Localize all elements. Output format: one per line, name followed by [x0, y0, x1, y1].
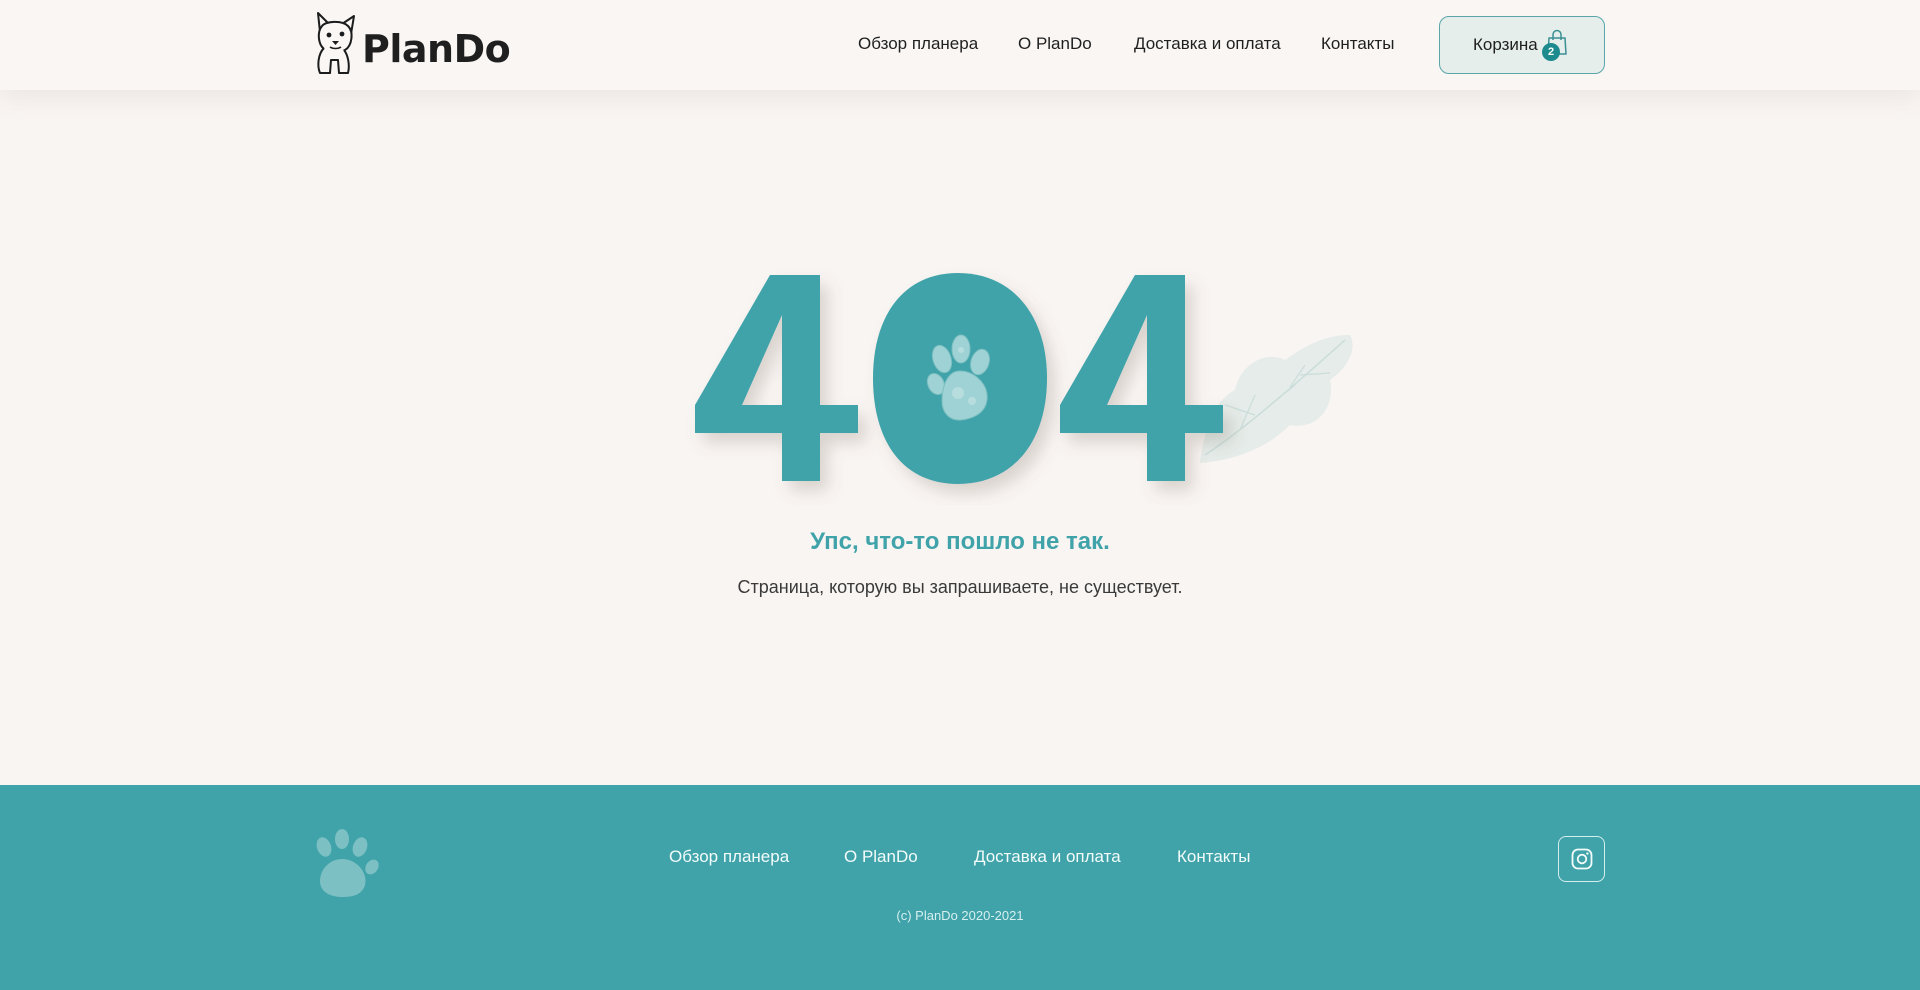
copyright-text: (c) PlanDo 2020-2021 [896, 908, 1024, 923]
digit-four-right [1060, 275, 1223, 481]
nav-link-delivery[interactable]: Доставка и оплата [1134, 34, 1281, 54]
bulldog-logo-icon [317, 12, 355, 74]
site-header: PlanDo Обзор планера О PlanDo Доставка и… [0, 0, 1920, 90]
site-footer: Обзор планера О PlanDo Доставка и оплата… [0, 785, 1920, 990]
paw-logo-icon[interactable] [312, 829, 382, 899]
error-code-graphic [680, 255, 1360, 505]
footer-link-overview[interactable]: Обзор планера [669, 847, 789, 867]
logo[interactable]: PlanDo [312, 10, 511, 74]
nav-link-overview[interactable]: Обзор планера [858, 34, 978, 54]
cart-count-badge: 2 [1542, 43, 1560, 61]
instagram-icon [1571, 848, 1592, 870]
footer-link-delivery[interactable]: Доставка и оплата [974, 847, 1121, 867]
error-message: Страница, которую вы запрашиваете, не су… [737, 577, 1183, 597]
cart-button[interactable]: Корзина 2 [1439, 16, 1605, 74]
leaf-decoration [1200, 335, 1353, 463]
logo-text: PlanDo [362, 27, 511, 71]
instagram-button[interactable] [1558, 836, 1605, 882]
digit-four-left [695, 275, 858, 481]
footer-link-about[interactable]: О PlanDo [844, 847, 918, 867]
nav-link-about[interactable]: О PlanDo [1018, 34, 1092, 54]
footer-link-contacts[interactable]: Контакты [1177, 847, 1250, 867]
nav-link-contacts[interactable]: Контакты [1321, 34, 1394, 54]
error-title: Упс, что-то пошло не так. [810, 528, 1110, 555]
cart-label: Корзина [1473, 35, 1538, 54]
